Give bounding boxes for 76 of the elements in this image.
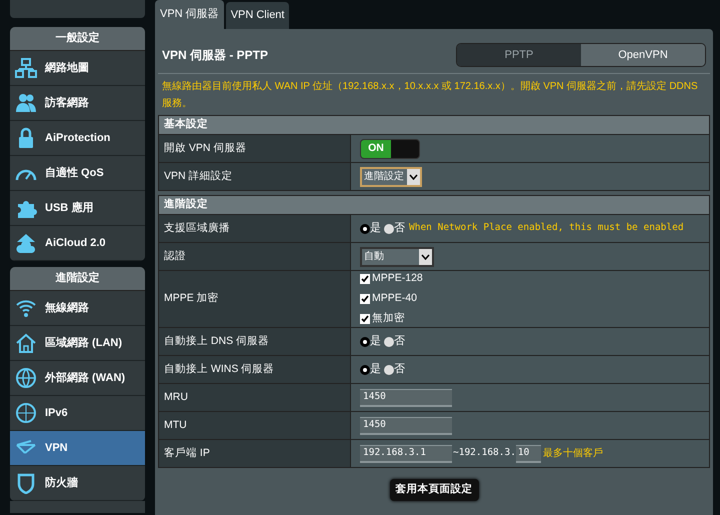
sidebar-item[interactable]: AiProtection [10, 121, 145, 156]
panel-title: VPN 伺服器 - PPTP [162, 47, 268, 64]
checkmark-icon [361, 295, 369, 303]
radio-option[interactable]: 否 [384, 220, 405, 237]
sidebar-section-header: 一般設定 [10, 27, 145, 51]
setting-label: MTU [159, 412, 351, 439]
sidebar-item-label: IPv6 [45, 406, 68, 421]
section-header: 進階設定 [159, 196, 709, 214]
input-field[interactable]: 10 [516, 444, 541, 462]
setting-label: 自動接上 WINS 伺服器 [159, 356, 351, 383]
checkbox-option[interactable]: MPPE-128 [360, 271, 423, 288]
sidebar-item[interactable] [10, 501, 145, 513]
setting-label: MRU [159, 384, 351, 411]
sidebar-item-label: 自適性 QoS [45, 166, 104, 181]
radio-option[interactable]: 否 [384, 333, 405, 350]
radio-option[interactable]: 是 [360, 333, 381, 350]
setting-label: VPN 詳細設定 [159, 163, 351, 190]
input-field[interactable]: 192.168.3.1 [360, 444, 452, 462]
checkmark-icon [361, 275, 369, 284]
dropdown[interactable]: 進階設定 [360, 166, 422, 186]
guests-icon [15, 92, 37, 114]
sidebar-item-label: 訪客網路 [45, 96, 89, 111]
sidebar-item[interactable] [10, 0, 145, 18]
sidebar-section-header: 進階設定 [10, 267, 145, 291]
radio-option[interactable]: 是 [360, 220, 381, 237]
home-icon [15, 332, 37, 354]
sidebar-item-label: VPN [45, 440, 68, 456]
setting-label: MPPE 加密 [159, 271, 351, 327]
checkbox-option[interactable]: 無加密 [360, 310, 405, 327]
radio-option[interactable]: 是 [360, 361, 381, 378]
section-header: 基本設定 [159, 116, 709, 134]
setting-label: 支援區域廣播 [159, 215, 351, 242]
sidebar-item[interactable]: 外部網路 (WAN) [10, 361, 145, 396]
sidebar-item[interactable]: USB 應用 [10, 191, 145, 226]
dropdown[interactable]: 自動 [360, 246, 434, 266]
sidebar-item-label: 防火牆 [45, 476, 78, 491]
sidebar-item[interactable]: 無線網路 [10, 291, 145, 326]
radio-option[interactable]: 否 [384, 361, 405, 378]
sidebar-item[interactable]: 區域網路 (LAN) [10, 326, 145, 361]
warning-text: 無線路由器目前使用私人 WAN IP 位址（192.168.x.x，10.x.x.x 或 172.16.x.x）。開啟 VPN 伺服器之前，請先設定 DDNS 服務。 [161, 80, 699, 111]
input-field[interactable]: 1450 [360, 388, 452, 406]
network-icon [15, 57, 37, 79]
caret-icon [419, 248, 432, 264]
sidebar-item-label: 無線網路 [45, 300, 89, 316]
note-text: When Network Place enabled, this must be enabled [409, 221, 684, 236]
sidebar-item-label: 網路地圖 [45, 60, 89, 76]
sidebar-item-label: USB 應用 [45, 200, 94, 216]
note-text: 最多十個客戶 [542, 446, 603, 461]
sidebar-item[interactable]: 網路地圖 [10, 51, 145, 86]
mode-tab[interactable]: OpenVPN [581, 44, 705, 66]
sidebar-item[interactable]: VPN [10, 431, 145, 466]
sidebar-item-label: 區域網路 (LAN) [45, 336, 122, 351]
sidebar-item-label: 外部網路 (WAN) [45, 370, 126, 386]
input-field[interactable]: 1450 [360, 416, 452, 434]
sidebar-item[interactable]: 訪客網路 [10, 86, 145, 121]
sidebar-item-label: AiProtection [45, 130, 110, 146]
tab[interactable]: VPN 伺服器 [155, 0, 224, 29]
sidebar-item[interactable]: 防火牆 [10, 466, 145, 501]
setting-label: 自動接上 DNS 伺服器 [159, 328, 351, 355]
mode-tab[interactable]: PPTP [457, 44, 581, 66]
sidebar-item-label: AiCloud 2.0 [45, 236, 106, 251]
setting-label: 開啟 VPN 伺服器 [159, 135, 351, 162]
shield-icon [15, 472, 37, 494]
ip-prefix: ~192.168.3. [453, 446, 516, 460]
globe-icon [15, 367, 37, 389]
sidebar-item[interactable]: IPv6 [10, 396, 145, 431]
cloud-icon [15, 232, 37, 254]
checkmark-icon [361, 314, 369, 323]
sidebar-item[interactable]: 自適性 QoS [10, 156, 145, 191]
apply-button[interactable]: 套用本頁面設定 [390, 479, 478, 501]
tab[interactable]: VPN Client [226, 2, 290, 29]
setting-label: 客戶端 IP [159, 440, 351, 467]
checkbox-option[interactable]: MPPE-40 [360, 291, 417, 307]
caret-icon [407, 168, 420, 184]
setting-label: 認證 [159, 243, 351, 270]
sidebar-item[interactable]: AiCloud 2.0 [10, 226, 145, 261]
